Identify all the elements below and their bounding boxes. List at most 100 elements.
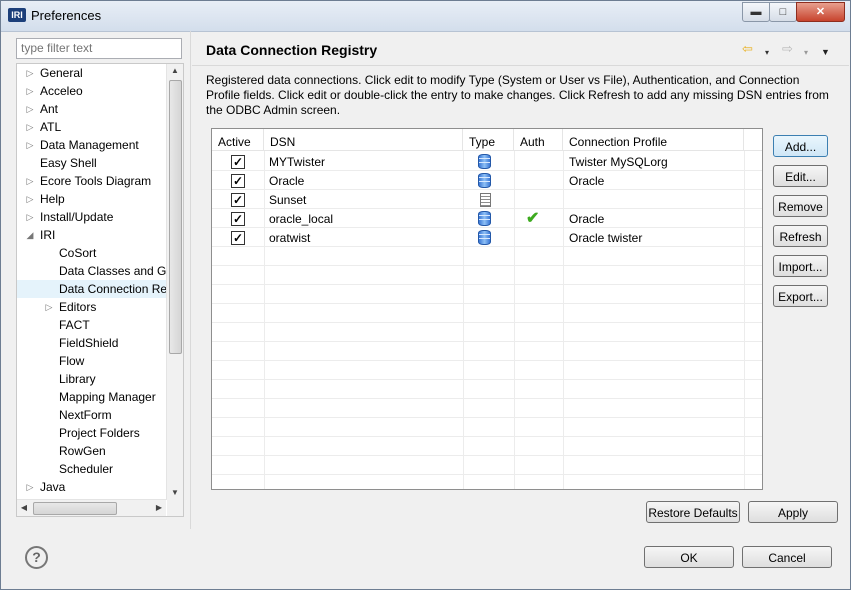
tree-item[interactable]: ▷ ATL [17, 118, 167, 136]
tree-item[interactable]: Data Classes and Gro [17, 262, 167, 280]
connections-table[interactable]: Active DSN Type Auth Connection Profile … [211, 128, 763, 490]
column-header-filler [744, 129, 762, 151]
restore-defaults-button[interactable]: Restore Defaults [646, 501, 740, 523]
column-header-auth[interactable]: Auth [514, 129, 563, 151]
cancel-button[interactable]: Cancel [742, 546, 832, 568]
tree-expander-icon[interactable]: ▷ [44, 298, 54, 316]
minimize-button[interactable]: ▬ [742, 2, 770, 22]
column-header-connection-profile[interactable]: Connection Profile [563, 129, 744, 151]
tree-horizontal-scrollbar[interactable]: ◀ ▶ [17, 499, 166, 516]
tree-item[interactable]: CoSort [17, 244, 167, 262]
add-button[interactable]: Add... [773, 135, 828, 157]
dsn-cell[interactable]: oratwist [269, 228, 310, 247]
ok-button[interactable]: OK [644, 546, 734, 568]
tree-item-label: Data Management [40, 138, 139, 152]
tree-item[interactable]: ▷ Java [17, 478, 167, 496]
apply-button[interactable]: Apply [748, 501, 838, 523]
tree-expander-icon[interactable]: ▷ [25, 136, 35, 154]
tree-item[interactable]: ▷ Ecore Tools Diagram [17, 172, 167, 190]
back-dropdown-icon[interactable]: ▾ [765, 45, 769, 61]
connection-profile-cell[interactable]: Oracle [569, 171, 604, 190]
forward-dropdown-icon[interactable]: ▾ [804, 45, 808, 61]
tree-vertical-scrollbar[interactable]: ▲ ▼ [166, 64, 183, 500]
connection-profile-cell[interactable]: Twister MySQLorg [569, 152, 668, 171]
tree-item[interactable]: ◢ IRI [17, 226, 167, 244]
tree-item[interactable]: ▷ Install/Update [17, 208, 167, 226]
tree-item[interactable]: NextForm [17, 406, 167, 424]
tree-expander-icon[interactable]: ▷ [25, 118, 35, 136]
tree-expander-icon[interactable]: ▷ [25, 478, 35, 496]
remove-button[interactable]: Remove [773, 195, 828, 217]
tree-item[interactable]: RowGen [17, 442, 167, 460]
tree-item[interactable]: FieldShield [17, 334, 167, 352]
scroll-up-icon[interactable]: ▲ [167, 64, 183, 78]
column-header-dsn[interactable]: DSN [264, 129, 463, 151]
tree-expander-icon[interactable]: ▷ [25, 190, 35, 208]
tree-item-label: RowGen [59, 444, 106, 458]
scroll-left-icon[interactable]: ◀ [17, 500, 31, 516]
tree-item[interactable]: Scheduler [17, 460, 167, 478]
tree-item-label: ATL [40, 120, 62, 134]
row-gridline [212, 474, 762, 475]
tree-item[interactable]: Easy Shell [17, 154, 167, 172]
view-menu-icon[interactable]: ▼ [821, 44, 830, 60]
active-checkbox[interactable]: ✓ [231, 193, 245, 207]
help-icon[interactable]: ? [25, 546, 48, 569]
tree-expander-icon[interactable]: ◢ [25, 226, 35, 244]
tree-item[interactable]: Mapping Manager [17, 388, 167, 406]
dsn-cell[interactable]: Sunset [269, 190, 306, 209]
tree-expander-icon[interactable]: ▷ [25, 172, 35, 190]
horizontal-scroll-thumb[interactable] [33, 502, 117, 515]
pane-divider[interactable] [190, 31, 191, 529]
tree-item[interactable]: ▷ General [17, 64, 167, 82]
preferences-tree[interactable]: ▷ General ▷ Acceleo ▷ Ant ▷ ATL ▷ Data Management… [16, 63, 184, 517]
edit-button[interactable]: Edit... [773, 165, 828, 187]
tree-item[interactable]: Library [17, 370, 167, 388]
tree-item[interactable]: ▷ Help [17, 190, 167, 208]
column-header-active[interactable]: Active [212, 129, 264, 151]
refresh-button[interactable]: Refresh [773, 225, 828, 247]
tree-item[interactable]: ▷ Ant [17, 100, 167, 118]
active-checkbox[interactable]: ✓ [231, 174, 245, 188]
tree-item[interactable]: ▷ Acceleo [17, 82, 167, 100]
database-icon [478, 211, 491, 226]
tree-item[interactable]: FACT [17, 316, 167, 334]
back-arrow-icon[interactable]: ⇦ [742, 41, 753, 57]
vertical-scroll-thumb[interactable] [169, 80, 182, 354]
close-button[interactable]: ✕ [796, 2, 845, 22]
title-bar[interactable]: IRI Preferences ▬ □ ✕ [1, 1, 850, 32]
scroll-down-icon[interactable]: ▼ [167, 486, 183, 500]
maximize-button[interactable]: □ [769, 2, 797, 22]
tree-item[interactable]: Project Folders [17, 424, 167, 442]
row-gridline [212, 398, 762, 399]
filter-input[interactable] [17, 39, 183, 56]
tree-item[interactable]: Data Connection Re [17, 280, 167, 298]
active-checkbox[interactable]: ✓ [231, 231, 245, 245]
forward-arrow-icon[interactable]: ⇨ [782, 41, 793, 57]
tree-item[interactable]: Flow [17, 352, 167, 370]
tree-item-label: Acceleo [40, 84, 83, 98]
filter-field[interactable] [16, 38, 183, 59]
scroll-right-icon[interactable]: ▶ [152, 500, 166, 516]
tree-item[interactable]: ▷ Data Management [17, 136, 167, 154]
tree-item-label: IRI [40, 228, 56, 242]
column-header-type[interactable]: Type [463, 129, 514, 151]
import-button[interactable]: Import... [773, 255, 828, 277]
tree-expander-icon[interactable]: ▷ [25, 208, 35, 226]
active-checkbox[interactable]: ✓ [231, 155, 245, 169]
tree-item-label: Ecore Tools Diagram [40, 174, 152, 188]
dsn-cell[interactable]: MYTwister [269, 152, 325, 171]
connection-profile-cell[interactable]: Oracle [569, 209, 604, 228]
active-checkbox[interactable]: ✓ [231, 212, 245, 226]
export-button[interactable]: Export... [773, 285, 828, 307]
tree-expander-icon[interactable]: ▷ [25, 64, 35, 82]
page-title: Data Connection Registry [206, 42, 378, 58]
connection-profile-cell[interactable]: Oracle twister [569, 228, 642, 247]
tree-expander-icon[interactable]: ▷ [25, 100, 35, 118]
dsn-cell[interactable]: Oracle [269, 171, 304, 190]
tree-item-label: Easy Shell [40, 156, 97, 170]
dsn-cell[interactable]: oracle_local [269, 209, 333, 228]
header-separator [192, 65, 849, 66]
tree-item[interactable]: ▷ Editors [17, 298, 167, 316]
tree-expander-icon[interactable]: ▷ [25, 82, 35, 100]
